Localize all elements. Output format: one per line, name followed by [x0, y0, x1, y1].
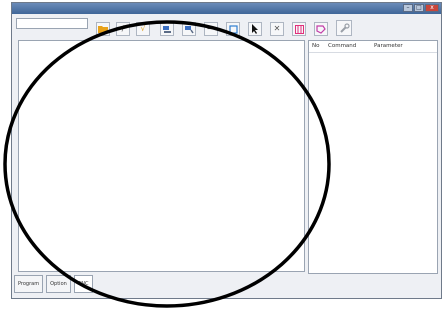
check-icon: √ [140, 24, 146, 33]
frame-icon [228, 24, 238, 34]
title-bar[interactable]: – □ x [12, 3, 441, 14]
line-button[interactable]: — [204, 22, 218, 36]
column-header-command[interactable]: Command [328, 41, 356, 51]
open-button[interactable] [96, 22, 110, 36]
step-button[interactable] [182, 22, 196, 36]
cross-icon: ✕ [273, 24, 281, 33]
shape-icon [316, 24, 326, 34]
run-button[interactable] [160, 22, 174, 36]
minimize-button[interactable]: – [403, 4, 413, 12]
command-list-header: No Command Parameter [309, 41, 437, 53]
close-button[interactable]: x [425, 4, 439, 12]
bottom-tabs: Program Option CNC [14, 275, 93, 295]
frame-button[interactable] [226, 22, 240, 36]
delete-button[interactable]: ✕ [270, 22, 284, 36]
run-icon [163, 25, 171, 33]
maximize-button[interactable]: □ [414, 4, 424, 12]
edit-icon: / [121, 24, 125, 33]
step-icon [185, 25, 194, 33]
check-button[interactable]: √ [136, 22, 150, 36]
tab-cnc[interactable]: CNC [73, 275, 93, 293]
tab-program[interactable]: Program [14, 275, 44, 293]
device-selector[interactable] [16, 18, 88, 29]
grid-button[interactable] [292, 22, 306, 36]
column-header-parameter[interactable]: Parameter [374, 41, 403, 51]
line-icon: — [207, 24, 215, 33]
wrench-icon [339, 22, 350, 33]
column-header-no[interactable]: No [312, 41, 319, 51]
window-controls: – □ x [403, 4, 439, 13]
grid-icon [294, 24, 304, 34]
edit-button[interactable]: / [116, 22, 130, 36]
screenshot: – □ x / √ — ✕ No Command Parameter Progr… [0, 0, 445, 310]
tab-option[interactable]: Option [46, 275, 71, 293]
pointer-icon [252, 24, 258, 34]
command-list[interactable]: No Command Parameter [308, 40, 438, 274]
pointer-button[interactable] [248, 22, 262, 36]
shape-button[interactable] [314, 22, 328, 36]
open-folder-icon [98, 26, 108, 33]
drawing-canvas[interactable] [18, 40, 305, 272]
app-window: – □ x / √ — ✕ No Command Parameter Progr… [11, 2, 442, 299]
settings-button[interactable] [336, 20, 352, 36]
